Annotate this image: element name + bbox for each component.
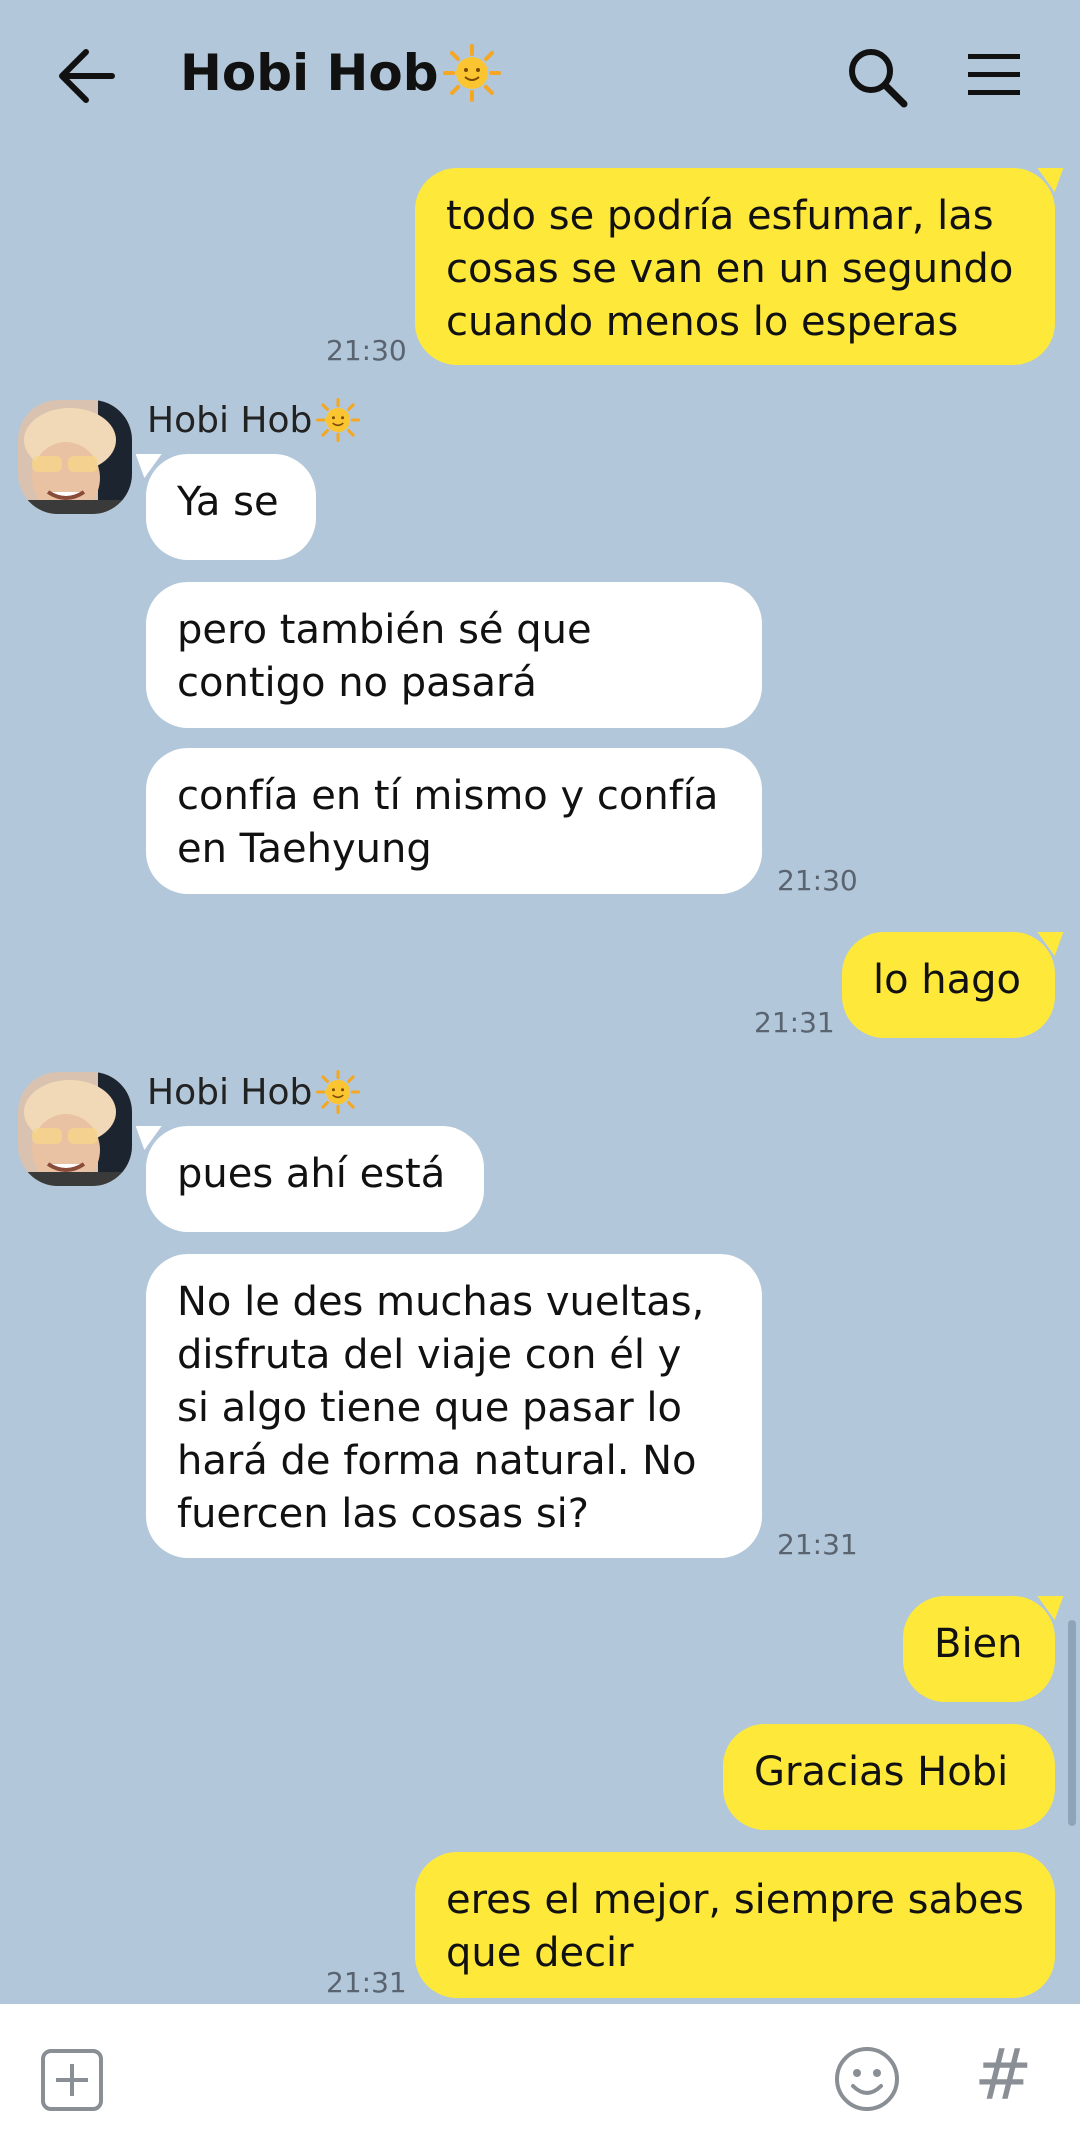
my-message-bubble[interactable]: eres el mejor, siempre sabes que decir — [415, 1852, 1055, 1998]
my-message-bubble[interactable]: lo hago — [842, 932, 1055, 1038]
my-message-bubble[interactable]: Bien — [903, 1596, 1055, 1702]
message-text: pero también sé que contigo no pasará — [177, 607, 592, 706]
chat-title-text: Hobi Hob — [180, 44, 439, 102]
avatar[interactable] — [18, 400, 132, 514]
their-message-bubble[interactable]: Ya se — [146, 454, 316, 560]
smiley-icon[interactable] — [834, 2046, 900, 2112]
back-arrow-icon[interactable] — [56, 48, 116, 104]
message-text: Gracias Hobi — [754, 1749, 1009, 1795]
their-message-bubble[interactable]: No le des muchas vueltas, disfruta del v… — [146, 1254, 762, 1558]
my-message-bubble[interactable]: Gracias Hobi — [723, 1724, 1055, 1830]
plus-square-icon[interactable] — [40, 2048, 104, 2112]
sender-name: Hobi Hob — [147, 398, 361, 442]
message-text: Bien — [934, 1621, 1023, 1667]
their-message-bubble[interactable]: pero también sé que contigo no pasará — [146, 582, 762, 728]
sun-face-icon — [316, 1070, 361, 1114]
search-icon[interactable] — [846, 46, 908, 108]
avatar-photo — [18, 1072, 132, 1186]
avatar[interactable] — [18, 1072, 132, 1186]
message-time: 21:31 — [326, 1966, 407, 1999]
message-text: todo se podría esfumar, las cosas se van… — [446, 193, 1014, 345]
message-text: confía en tí mismo y confía en Taehyung — [177, 773, 719, 872]
avatar-photo — [18, 400, 132, 514]
message-text: lo hago — [873, 957, 1022, 1003]
input-bar: # — [0, 2004, 1080, 2139]
sender-name-text: Hobi Hob — [147, 1071, 313, 1113]
my-message-bubble[interactable]: todo se podría esfumar, las cosas se van… — [415, 168, 1055, 365]
sender-name-text: Hobi Hob — [147, 399, 313, 441]
message-time: 21:31 — [754, 1006, 835, 1039]
message-time: 21:31 — [777, 1528, 858, 1561]
chat-header: Hobi Hob — [0, 0, 1080, 150]
sun-face-icon — [442, 44, 501, 102]
scrollbar[interactable] — [1068, 1620, 1076, 1826]
hashtag-icon[interactable]: # — [974, 2034, 1033, 2116]
sun-face-icon — [316, 398, 361, 442]
message-text: eres el mejor, siempre sabes que decir — [446, 1877, 1024, 1976]
sender-name: Hobi Hob — [147, 1070, 361, 1114]
their-message-bubble[interactable]: confía en tí mismo y confía en Taehyung — [146, 748, 762, 894]
message-time: 21:30 — [326, 334, 407, 367]
message-text: Ya se — [177, 479, 279, 525]
their-message-bubble[interactable]: pues ahí está — [146, 1126, 484, 1232]
message-time: 21:30 — [777, 864, 858, 897]
message-text: No le des muchas vueltas, disfruta del v… — [177, 1279, 705, 1537]
menu-icon[interactable] — [966, 50, 1022, 100]
message-text: pues ahí está — [177, 1151, 446, 1197]
chat-title[interactable]: Hobi Hob — [180, 44, 501, 102]
